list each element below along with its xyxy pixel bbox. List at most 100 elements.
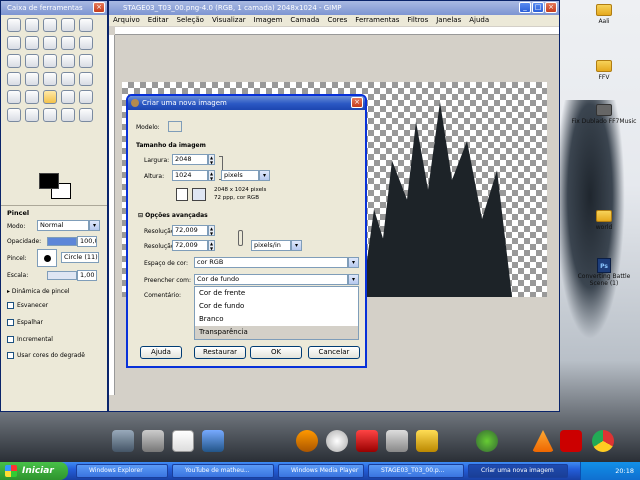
landscape-orientation-icon[interactable]: [192, 188, 206, 201]
measure-tool-icon[interactable]: [7, 54, 21, 68]
desktop-icon-aali[interactable]: Aali: [568, 4, 640, 25]
flip-tool-icon[interactable]: [61, 72, 75, 86]
dock-icon-red[interactable]: [356, 430, 378, 452]
dvd-icon[interactable]: [326, 430, 348, 452]
resx-input[interactable]: 72,009: [172, 225, 208, 236]
ati-icon[interactable]: [560, 430, 582, 452]
foreground-select-tool-icon[interactable]: [25, 36, 39, 50]
menu-editar[interactable]: Editar: [144, 16, 173, 24]
menu-imagem[interactable]: Imagem: [250, 16, 287, 24]
dodge-burn-tool-icon[interactable]: [79, 108, 93, 122]
perspective-tool-icon[interactable]: [43, 72, 57, 86]
desktop-icon-psd[interactable]: Ps Converting Battle Scene (1): [568, 258, 640, 287]
color-select-tool-icon[interactable]: [79, 18, 93, 32]
crop-tool-icon[interactable]: [61, 54, 75, 68]
rotate-tool-icon[interactable]: [79, 54, 93, 68]
resy-input[interactable]: 72,009: [172, 240, 208, 251]
resx-spinner[interactable]: ▲ ▼: [208, 225, 215, 236]
chevron-down-icon[interactable]: ▾: [348, 274, 359, 285]
heal-tool-icon[interactable]: [43, 108, 57, 122]
clock[interactable]: 20:18: [615, 467, 634, 475]
fill-option-foreground[interactable]: Cor de frente: [195, 287, 358, 300]
colorspace-select[interactable]: cor RGB: [194, 257, 348, 268]
scale-value[interactable]: 1,00: [77, 270, 97, 281]
width-input[interactable]: 2048: [172, 154, 208, 165]
desktop-icon-world[interactable]: world: [568, 210, 640, 231]
clone-tool-icon[interactable]: [25, 108, 39, 122]
smudge-tool-icon[interactable]: [61, 108, 75, 122]
menu-ajuda[interactable]: Ajuda: [465, 16, 493, 24]
menu-visualizar[interactable]: Visualizar: [208, 16, 250, 24]
fill-select[interactable]: Cor de fundo: [194, 274, 348, 285]
menu-filtros[interactable]: Filtros: [403, 16, 432, 24]
close-icon[interactable]: ×: [93, 2, 105, 13]
width-spinner[interactable]: ▲ ▼: [208, 154, 215, 165]
menu-ferramentas[interactable]: Ferramentas: [351, 16, 403, 24]
zoom-tool-icon[interactable]: [79, 36, 93, 50]
fill-option-transparency[interactable]: Transparência: [195, 326, 358, 339]
task-windows-explorer[interactable]: Windows Explorer: [76, 464, 168, 478]
menu-janelas[interactable]: Janelas: [432, 16, 465, 24]
minimize-icon[interactable]: _: [519, 2, 531, 13]
res-unit-select[interactable]: pixels/in: [251, 240, 291, 251]
close-icon[interactable]: ×: [351, 97, 363, 108]
close-icon[interactable]: ×: [545, 2, 557, 13]
task-new-image-dialog[interactable]: Criar uma nova imagem: [468, 464, 568, 478]
reset-button[interactable]: Restaurar: [194, 346, 246, 359]
scale-slider[interactable]: [47, 271, 77, 280]
menu-camada[interactable]: Camada: [286, 16, 323, 24]
chevron-down-icon[interactable]: ▾: [259, 170, 270, 181]
color-picker-tool-icon[interactable]: [61, 36, 75, 50]
mode-select[interactable]: Normal: [37, 220, 89, 231]
calendar-icon[interactable]: [172, 430, 194, 452]
option-incremental[interactable]: Incremental: [7, 336, 53, 343]
shear-tool-icon[interactable]: [25, 72, 39, 86]
option-fade[interactable]: Esvanecer: [7, 302, 48, 309]
model-select[interactable]: [168, 121, 182, 132]
opacity-slider[interactable]: [47, 237, 77, 246]
task-media-player[interactable]: Windows Media Player: [278, 464, 364, 478]
chrome-icon[interactable]: [592, 430, 614, 452]
paths-tool-icon[interactable]: [43, 36, 57, 50]
start-button[interactable]: Iniciar: [0, 462, 68, 480]
resy-spinner[interactable]: ▲ ▼: [208, 240, 215, 251]
portrait-orientation-icon[interactable]: [176, 188, 188, 201]
menu-cores[interactable]: Cores: [323, 16, 351, 24]
blender-icon[interactable]: [296, 430, 318, 452]
utorrent-icon[interactable]: [476, 430, 498, 452]
desktop-icon-fix[interactable]: Fix Dublado FF7Music: [568, 104, 640, 125]
dock-icon-2[interactable]: [142, 430, 164, 452]
dock-icon-1[interactable]: [112, 430, 134, 452]
maximize-icon[interactable]: □: [532, 2, 544, 13]
rect-select-tool-icon[interactable]: [7, 18, 21, 32]
checkbox[interactable]: [7, 319, 14, 326]
checkbox[interactable]: [7, 336, 14, 343]
ok-button[interactable]: OK: [250, 346, 302, 359]
dock-icon-tools[interactable]: [386, 430, 408, 452]
checkbox[interactable]: [7, 352, 14, 359]
dock-icon-game[interactable]: [416, 430, 438, 452]
eraser-tool-icon[interactable]: [61, 90, 75, 104]
chevron-down-icon[interactable]: ▾: [291, 240, 302, 251]
free-select-tool-icon[interactable]: [43, 18, 57, 32]
advanced-expander[interactable]: ⊟ Opções avançadas: [138, 212, 208, 219]
unit-select[interactable]: pixels: [221, 170, 259, 181]
color-swatches[interactable]: [39, 173, 75, 199]
dynamics-expander[interactable]: ▸ Dinâmica de pincel: [7, 288, 69, 295]
ink-tool-icon[interactable]: [7, 108, 21, 122]
option-jitter[interactable]: Espalhar: [7, 319, 43, 326]
gimp-titlebar[interactable]: STAGE03_T03_00.png-4.0 (RGB, 1 camada) 2…: [109, 1, 559, 15]
dialog-titlebar[interactable]: Criar uma nova imagem ×: [128, 96, 365, 110]
cancel-button[interactable]: Cancelar: [308, 346, 360, 359]
toolbox-titlebar[interactable]: Caixa de ferramentas ×: [1, 1, 107, 15]
move-tool-icon[interactable]: [25, 54, 39, 68]
brush-preview[interactable]: [37, 249, 57, 267]
fill-option-background[interactable]: Cor de fundo: [195, 300, 358, 313]
fill-option-white[interactable]: Branco: [195, 313, 358, 326]
foreground-color-swatch[interactable]: [39, 173, 59, 189]
chevron-down-icon[interactable]: ▾: [348, 257, 359, 268]
chevron-down-icon[interactable]: ▾: [89, 220, 100, 231]
blend-tool-icon[interactable]: [25, 90, 39, 104]
chain-link-res-icon[interactable]: [238, 230, 243, 246]
option-gradient[interactable]: Usar cores do degradê: [7, 352, 85, 359]
